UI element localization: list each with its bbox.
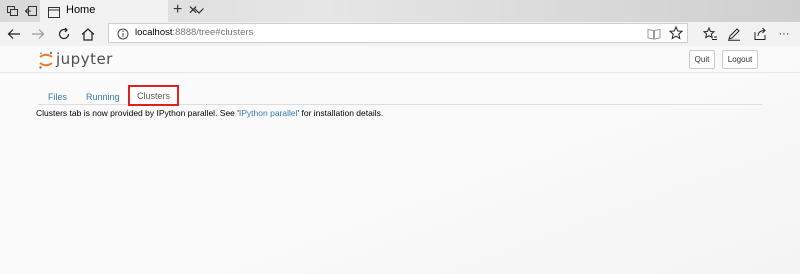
header-divider (0, 72, 800, 73)
jupyter-logo[interactable]: jupyter (38, 50, 128, 70)
browser-tab-home[interactable]: Home ✕ (40, 0, 198, 22)
quit-button[interactable]: Quit (689, 50, 715, 69)
tab-clusters[interactable]: Clusters (128, 85, 179, 106)
browser-tab-bar: Home ✕ + (0, 0, 800, 22)
refresh-icon[interactable] (56, 26, 72, 42)
ipython-parallel-link[interactable]: IPython parallel (239, 108, 298, 118)
browser-nav-bar: localhost:8888/tree#clusters ··· (0, 22, 800, 46)
share-icon[interactable] (752, 26, 768, 42)
message-prefix: Clusters tab is now provided by IPython … (36, 108, 239, 118)
back-icon[interactable] (6, 26, 22, 42)
jupyter-logo-icon (39, 51, 53, 69)
logo-text: jupyter (56, 50, 113, 68)
message-suffix: ' for installation details. (297, 108, 384, 118)
reading-view-icon[interactable] (647, 27, 661, 40)
tab-running[interactable]: Running (86, 88, 126, 105)
favorite-star-icon[interactable] (668, 25, 684, 40)
tab-title: Home (66, 4, 96, 16)
address-path: :8888/tree#clusters (172, 27, 254, 38)
tab-manager-icon[interactable] (6, 4, 20, 18)
more-icon[interactable]: ··· (776, 26, 792, 42)
jupyter-tabs: Files Running Clusters (38, 85, 762, 106)
favorites-icon[interactable] (702, 26, 718, 42)
clusters-message: Clusters tab is now provided by IPython … (36, 108, 383, 118)
new-tab-button[interactable]: + (173, 1, 182, 19)
home-icon[interactable] (80, 26, 96, 42)
address-bar[interactable]: localhost:8888/tree#clusters (108, 23, 688, 43)
address-text[interactable]: localhost:8888/tree#clusters (135, 27, 253, 38)
forward-icon[interactable] (30, 26, 46, 42)
address-host: localhost (135, 27, 173, 38)
back-tabs-icon[interactable] (24, 4, 38, 18)
info-icon[interactable] (117, 27, 129, 40)
logout-button[interactable]: Logout (722, 50, 758, 69)
jupyter-page: jupyter Quit Logout Files Running Cluste… (0, 46, 800, 274)
pen-icon[interactable] (726, 26, 742, 42)
tab-files[interactable]: Files (48, 88, 72, 105)
chevron-down-icon[interactable] (193, 4, 205, 16)
page-icon (48, 5, 60, 18)
